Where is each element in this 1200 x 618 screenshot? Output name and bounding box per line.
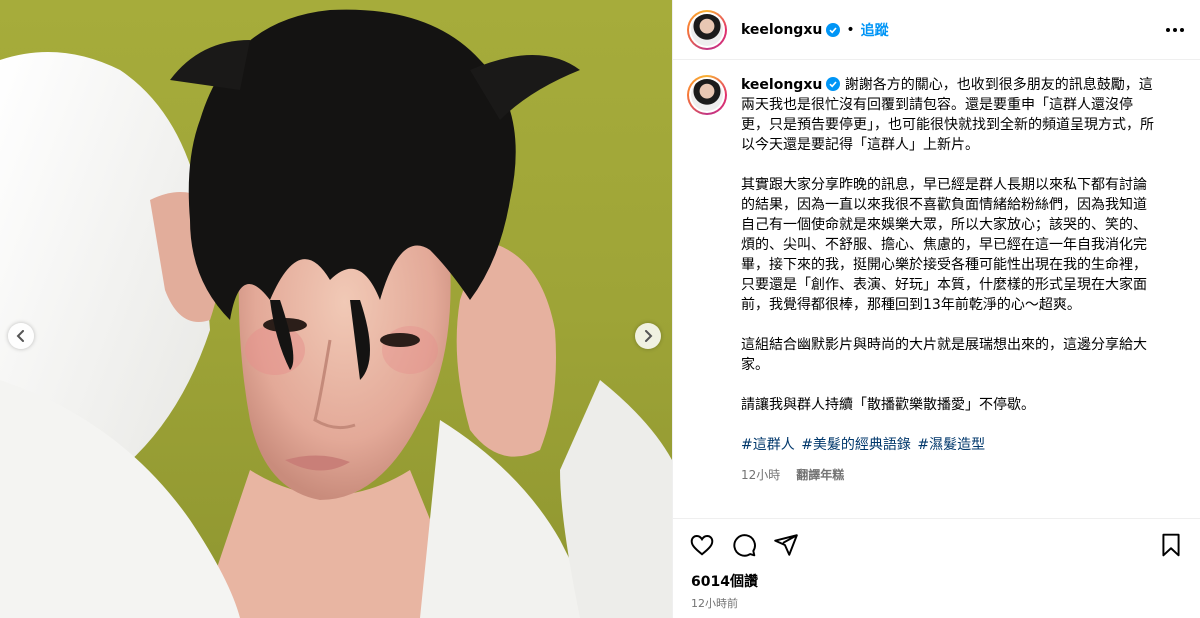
carousel-prev-button[interactable] — [8, 323, 34, 349]
instagram-post-view: keelongxu • 追蹤 keelongxu 謝謝各方的關心，也收到很多朋友… — [0, 0, 1200, 618]
caption-username[interactable]: keelongxu — [741, 77, 822, 93]
hashtag-link[interactable]: #這群人 — [741, 437, 795, 453]
action-bar — [673, 519, 1200, 563]
bookmark-icon[interactable] — [1158, 532, 1184, 558]
author-username[interactable]: keelongxu — [741, 22, 822, 38]
author-avatar[interactable] — [687, 9, 727, 50]
post-photo[interactable] — [0, 0, 672, 618]
caption-meta: 12小時 翻譯年糕 — [741, 465, 1159, 485]
comment-icon[interactable] — [731, 532, 757, 558]
more-options-icon[interactable] — [1166, 27, 1184, 32]
verified-badge-icon — [826, 22, 841, 37]
caption-avatar[interactable] — [687, 75, 727, 115]
caption-text-2: 其實跟大家分享昨晚的訊息，早已經是群人長期以來私下都有討論的結果，因為一直以來我… — [741, 177, 1147, 313]
caption: keelongxu 謝謝各方的關心，也收到很多朋友的訊息鼓勵，這兩天我也是很忙沒… — [687, 75, 1184, 485]
chevron-right-icon — [645, 330, 653, 342]
like-count[interactable]: 6014個讚 — [673, 563, 1200, 591]
post-header: keelongxu • 追蹤 — [673, 0, 1200, 60]
comments-section: keelongxu 謝謝各方的關心，也收到很多朋友的訊息鼓勵，這兩天我也是很忙沒… — [673, 61, 1200, 518]
caption-text-3: 這組結合幽默影片與時尚的大片就是展瑞想出來的，這邊分享給大家。 — [741, 337, 1147, 373]
hashtags: #這群人 #美髮的經典語錄 #濕髮造型 — [741, 435, 1159, 455]
caption-text-4: 請讓我與群人持續「散播歡樂散播愛」不停歇。 — [741, 397, 1035, 413]
post-actions-area: 6014個讚 12小時前 — [673, 518, 1200, 618]
hashtag-link[interactable]: #濕髮造型 — [917, 437, 985, 453]
verified-badge-icon — [826, 77, 841, 91]
paper-plane-icon[interactable] — [773, 532, 799, 558]
portrait-illustration — [0, 9, 672, 618]
carousel-next-button[interactable] — [635, 323, 661, 349]
follow-button[interactable]: 追蹤 — [861, 20, 889, 40]
separator-dot: • — [846, 21, 855, 38]
hashtag-link[interactable]: #美髮的經典語錄 — [801, 437, 911, 453]
caption-paragraph: keelongxu 謝謝各方的關心，也收到很多朋友的訊息鼓勵，這兩天我也是很忙沒… — [741, 75, 1159, 155]
caption-timestamp[interactable]: 12小時 — [741, 465, 780, 485]
translate-button[interactable]: 翻譯年糕 — [796, 465, 844, 485]
chevron-left-icon — [16, 330, 24, 342]
caption-body: keelongxu 謝謝各方的關心，也收到很多朋友的訊息鼓勵，這兩天我也是很忙沒… — [741, 75, 1159, 485]
post-timestamp[interactable]: 12小時前 — [673, 591, 1200, 611]
post-side-panel: keelongxu • 追蹤 keelongxu 謝謝各方的關心，也收到很多朋友… — [672, 0, 1200, 618]
heart-icon[interactable] — [689, 532, 715, 558]
